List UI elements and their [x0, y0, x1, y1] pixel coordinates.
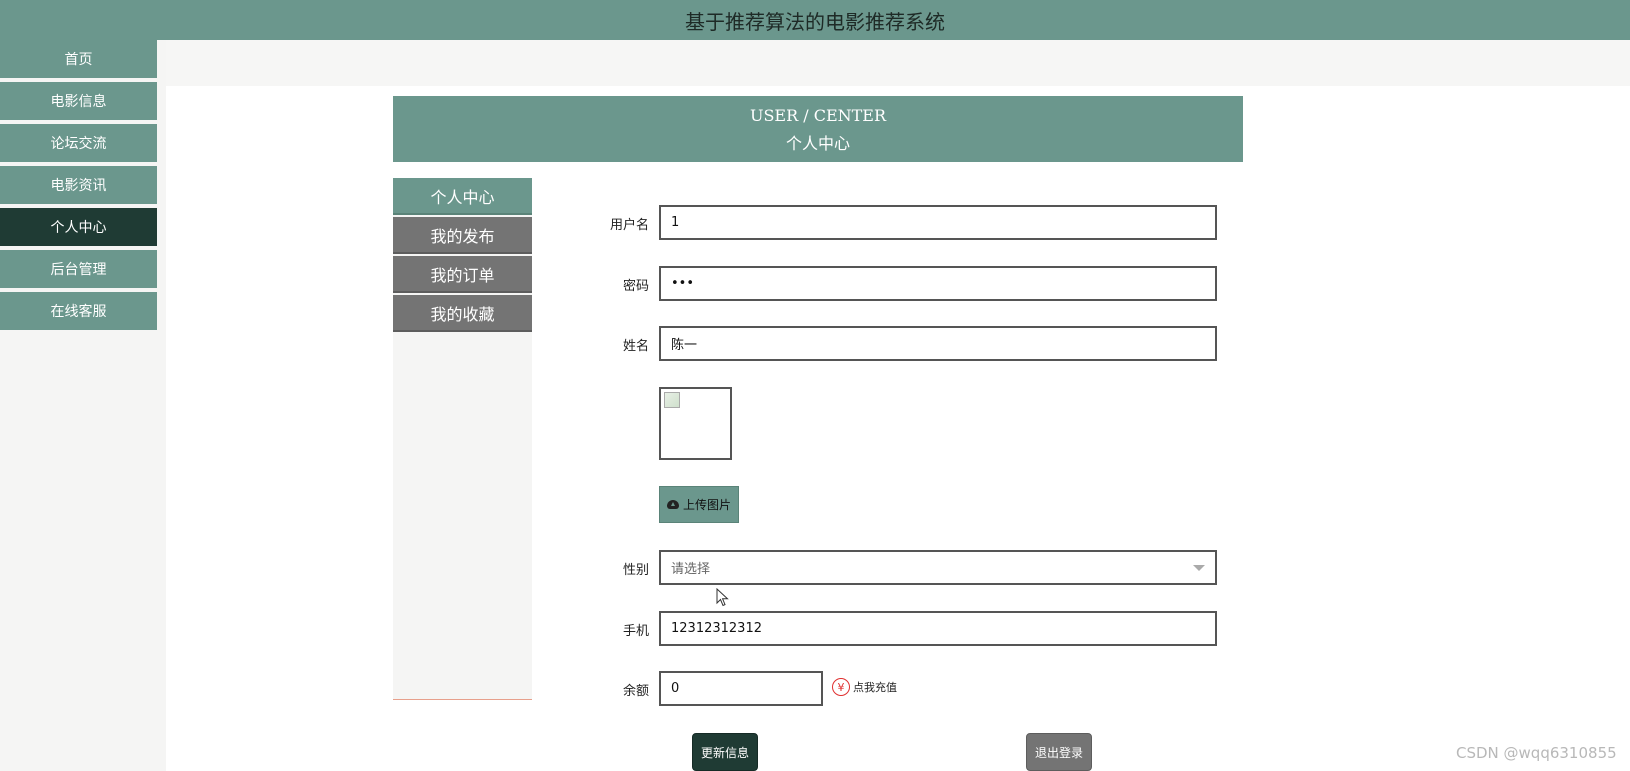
update-info-button[interactable]: 更新信息 — [692, 733, 758, 771]
password-field[interactable]: ••• — [659, 266, 1217, 301]
gender-placeholder: 请选择 — [671, 562, 711, 577]
upload-label: 上传图片 — [682, 498, 731, 512]
tab-my-orders[interactable]: 我的订单 — [393, 256, 532, 293]
user-center-banner: USER / CENTER 个人中心 — [393, 96, 1243, 162]
phone-label: 手机 — [622, 624, 649, 639]
site-title: 基于推荐算法的电影推荐系统 — [685, 9, 945, 34]
avatar-preview — [659, 387, 732, 460]
logout-button[interactable]: 退出登录 — [1026, 733, 1092, 771]
nav-item-home[interactable]: 首页 — [0, 40, 157, 78]
banner-title-en: USER / CENTER — [749, 106, 887, 125]
password-label: 密码 — [622, 279, 649, 294]
phone-field[interactable]: 12312312312 — [659, 611, 1217, 646]
gender-label: 性别 — [622, 563, 649, 578]
nav-item-movie-info[interactable]: 电影信息 — [0, 82, 157, 120]
nav-item-forum[interactable]: 论坛交流 — [0, 124, 157, 162]
banner-title-cn: 个人中心 — [785, 134, 850, 153]
mouse-pointer-icon — [716, 588, 729, 607]
tab-user-center[interactable]: 个人中心 — [393, 178, 532, 215]
username-label: 用户名 — [609, 218, 649, 233]
nav-item-user-center[interactable]: 个人中心 — [0, 208, 157, 246]
broken-image-icon — [664, 392, 680, 408]
nav-item-admin[interactable]: 后台管理 — [0, 250, 157, 288]
chevron-down-icon — [1193, 565, 1205, 571]
csdn-watermark: CSDN @wqq6310855 — [1456, 744, 1617, 762]
user-center-subnav: 个人中心 我的发布 我的订单 我的收藏 — [393, 178, 532, 700]
left-sidebar: 首页 电影信息 论坛交流 电影资讯 个人中心 后台管理 在线客服 — [0, 40, 166, 771]
recharge-label: 点我充值 — [853, 681, 897, 694]
nav-item-online-service[interactable]: 在线客服 — [0, 292, 157, 330]
username-field[interactable]: 1 — [659, 205, 1217, 240]
cloud-upload-icon — [666, 500, 679, 509]
yen-icon: ¥ — [832, 678, 850, 696]
recharge-link[interactable]: ¥ 点我充值 — [832, 678, 897, 696]
balance-label: 余额 — [622, 684, 649, 699]
upload-image-button[interactable]: 上传图片 — [659, 486, 739, 523]
gender-select[interactable]: 请选择 — [659, 550, 1217, 585]
nav-item-movie-news[interactable]: 电影资讯 — [0, 166, 157, 204]
top-header: 基于推荐算法的电影推荐系统 — [0, 0, 1630, 40]
top-strip — [166, 40, 1630, 86]
name-field[interactable]: 陈一 — [659, 326, 1217, 361]
tab-my-posts[interactable]: 我的发布 — [393, 217, 532, 254]
balance-field[interactable]: 0 — [659, 671, 823, 706]
name-label: 姓名 — [622, 339, 649, 354]
tab-my-favorites[interactable]: 我的收藏 — [393, 295, 532, 332]
